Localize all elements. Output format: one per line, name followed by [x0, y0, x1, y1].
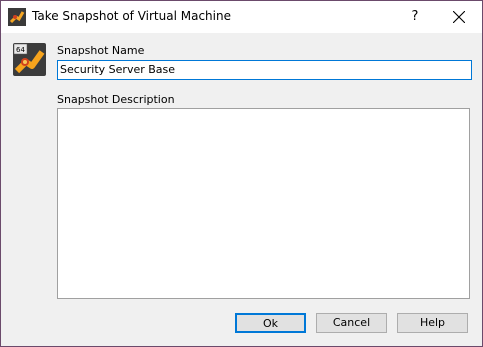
snapshot-description-textarea[interactable] — [57, 108, 470, 299]
close-icon — [453, 11, 465, 23]
window-title: Take Snapshot of Virtual Machine — [32, 9, 231, 23]
snapshot-dialog: Take Snapshot of Virtual Machine ? 64 Sn… — [0, 0, 483, 347]
ok-button[interactable]: Ok — [235, 313, 306, 333]
title-bar[interactable]: Take Snapshot of Virtual Machine ? — [1, 1, 482, 33]
virtualbox-app-icon — [8, 8, 26, 26]
cancel-button[interactable]: Cancel — [316, 313, 387, 333]
titlebar-help-button[interactable]: ? — [393, 1, 437, 33]
snapshot-name-label: Snapshot Name — [57, 44, 145, 57]
snapshot-name-input[interactable] — [57, 60, 472, 80]
vm-snapshot-icon: 64 — [13, 43, 46, 76]
close-button[interactable] — [437, 1, 482, 33]
snapshot-description-label: Snapshot Description — [57, 93, 175, 106]
help-button[interactable]: Help — [397, 313, 468, 333]
vm-badge-text: 64 — [16, 46, 25, 54]
